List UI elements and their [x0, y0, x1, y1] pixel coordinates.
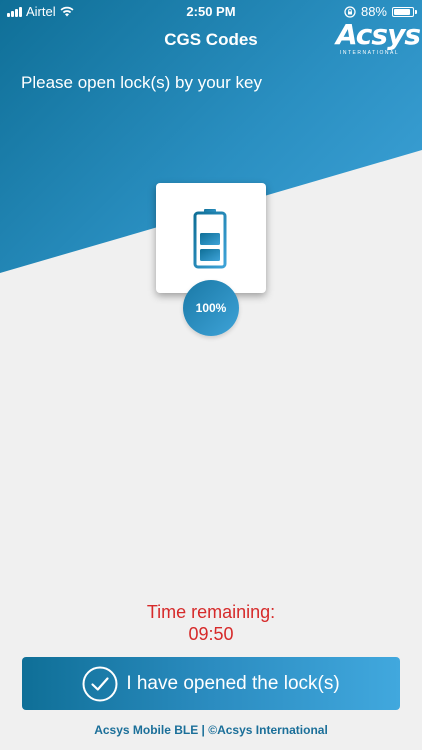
lock-status-card: [156, 183, 266, 293]
battery-percent-badge: 100%: [183, 280, 239, 336]
battery-status-icon: [392, 6, 417, 17]
battery-icon: [192, 209, 228, 274]
opened-locks-button-label: I have opened the lock(s): [126, 672, 340, 694]
battery-status-fill: [394, 8, 410, 15]
opened-locks-button[interactable]: I have opened the lock(s): [22, 657, 400, 710]
footer-text: Acsys Mobile BLE | ©Acsys International: [94, 723, 328, 737]
instruction-text: Please open lock(s) by your key: [21, 73, 262, 92]
time-remaining-value: 09:50: [188, 624, 234, 644]
battery-percent-text: 88%: [360, 4, 387, 19]
brand-logo-subtext: INTERNATIONAL: [340, 50, 400, 56]
rotation-lock-icon: [344, 5, 356, 18]
status-right: 88%: [344, 4, 417, 19]
brand-logo: Acsys INTERNATIONAL: [336, 20, 421, 58]
check-circle-icon: [82, 666, 118, 702]
brand-logo-text: Acsys: [336, 18, 421, 51]
time-remaining-label: Time remaining:: [146, 602, 276, 622]
